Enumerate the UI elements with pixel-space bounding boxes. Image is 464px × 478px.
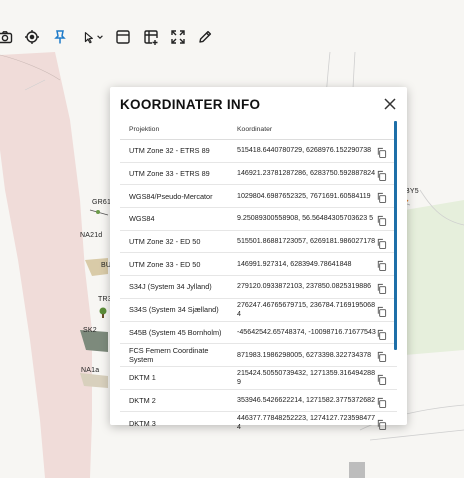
projection-cell: S45B (System 45 Bornholm) [129,327,222,337]
table-row: UTM Zone 33 - ED 50 146991.927314, 62839… [120,253,397,277]
projection-cell: DKTM 3 [129,418,156,428]
dialog-title: KOORDINATER INFO [120,97,261,112]
table-row: UTM Zone 32 - ED 50 515501.86881723057, … [120,231,397,254]
coordinates-cell: -45642542.65748374, -10098716.71677543 [237,327,376,336]
copy-icon[interactable] [376,304,387,317]
table-row: DKTM 3 446377.77848252223, 1274127.72359… [120,412,397,434]
fullscreen-icon[interactable] [167,26,189,48]
table-row: UTM Zone 32 - ETRS 89 515418.6440780729,… [120,140,397,163]
coordinate-table: UTM Zone 32 - ETRS 89 515418.6440780729,… [120,140,397,434]
copy-icon[interactable] [376,395,387,408]
coordinates-cell: 871983.1986298005, 6273398.322734378 [237,350,372,359]
copy-icon[interactable] [376,168,387,181]
map-label-by5: BY5 [405,188,419,195]
copy-icon[interactable] [376,281,387,295]
add-table-icon[interactable] [140,26,162,48]
table-row: WGS84/Pseudo-Mercator 1029804.6987652325… [120,185,397,209]
pointer-select-icon[interactable] [78,26,108,48]
projection-cell: WGS84 [129,214,155,224]
projection-cell: DKTM 2 [129,395,156,405]
table-row: UTM Zone 33 - ETRS 89 146921.23781287286… [120,163,397,186]
pencil-icon[interactable] [194,26,216,48]
map-toolbar [0,22,464,52]
coordinates-cell: 276247.46765679715, 236784.71691950684 [237,300,376,318]
copy-icon[interactable] [376,190,387,204]
coordinates-cell: 1029804.6987652325, 7671691.60584119 [237,191,371,200]
copy-icon[interactable] [376,258,387,272]
pin-icon[interactable] [49,26,71,48]
projection-cell: DKTM 1 [129,373,156,383]
copy-icon[interactable] [376,213,387,227]
coordinates-cell: 9.25089300558908, 56.56484305703623 5 [237,214,374,223]
column-header-projection: Projektion [129,126,160,133]
copy-icon[interactable] [376,349,387,363]
coordinates-cell: 515501.86881723057, 6269181.986027178 [237,237,376,246]
close-icon[interactable] [383,97,397,111]
coordinates-cell: 515418.6440780729, 6268976.152290738 [237,146,372,155]
coordinates-cell: 353946.5426622214, 1271582.3775372682 [237,395,376,404]
dialog-scrollbar[interactable] [394,121,397,350]
locate-icon[interactable] [21,26,43,48]
table-row: S34S (System 34 Sjælland) 276247.4676567… [120,299,397,322]
map-label-sk2: SK2 [83,327,97,334]
projection-cell: FCS Femern Coordinate System [129,346,209,365]
column-header-coordinates: Koordinater [237,126,273,133]
table-row: DKTM 1 215424.50550739432, 1271359.31649… [120,367,397,390]
map-label-na1a: NA1a [81,367,100,374]
coordinates-cell: 146921.23781287286, 6283750.592887824 [237,169,376,178]
table-row: WGS84 9.25089300558908, 56.5648430570362… [120,208,397,231]
projection-cell: S34J (System 34 Jylland) [129,282,212,292]
copy-icon[interactable] [376,236,387,249]
projection-cell: UTM Zone 33 - ED 50 [129,259,201,269]
camera-icon[interactable] [0,26,16,48]
layout-icon[interactable] [112,26,134,48]
projection-cell: UTM Zone 33 - ETRS 89 [129,169,210,179]
copy-icon[interactable] [376,327,387,340]
table-row: DKTM 2 353946.5426622214, 1271582.377537… [120,390,397,413]
copy-icon[interactable] [376,145,387,158]
map-label-na21d: NA21d [80,232,103,239]
table-row: S45B (System 45 Bornholm) -45642542.6574… [120,322,397,345]
table-row: S34J (System 34 Jylland) 279120.09338721… [120,276,397,299]
copy-icon[interactable] [376,372,387,385]
table-header: Projektion Koordinater [120,125,397,139]
table-row: FCS Femern Coordinate System 871983.1986… [120,344,397,367]
coordinates-cell: 215424.50550739432, 1271359.3164942889 [237,368,376,386]
projection-cell: UTM Zone 32 - ETRS 89 [129,146,210,156]
coordinate-info-dialog: KOORDINATER INFO Projektion Koordinater … [110,87,407,431]
projection-cell: UTM Zone 32 - ED 50 [129,237,201,247]
coordinates-cell: 446377.77848252223, 1274127.7235984774 [237,414,376,432]
projection-cell: WGS84/Pseudo-Mercator [129,191,213,201]
coordinates-cell: 279120.0933872103, 237850.0825319886 [237,282,372,291]
copy-icon[interactable] [376,417,387,431]
projection-cell: S34S (System 34 Sjælland) [129,305,219,315]
coordinates-cell: 146991.927314, 6283949.78641848 [237,259,352,268]
